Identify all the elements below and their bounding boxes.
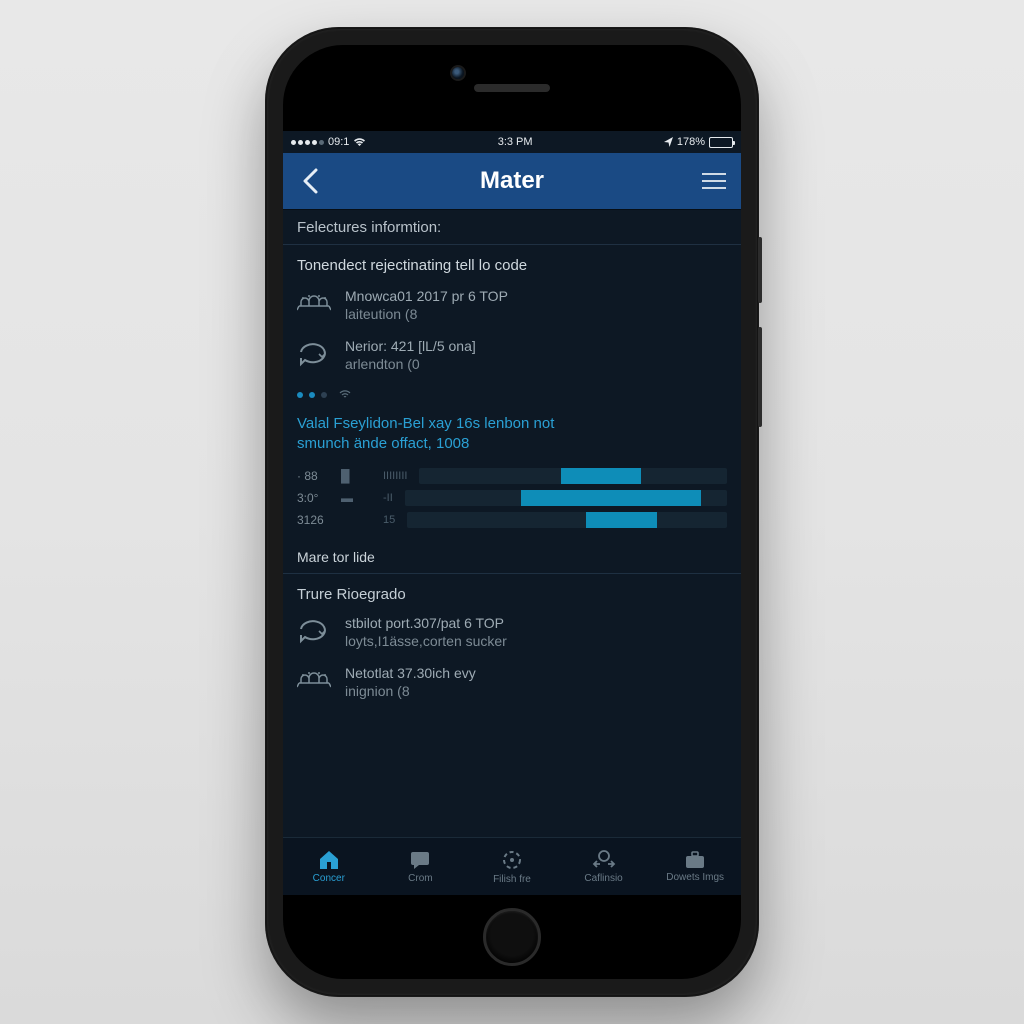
wifi-icon	[353, 137, 366, 147]
highlight-title-line2: smunch ände offact, 1008	[297, 434, 727, 454]
item-line2: loyts,I1ässe,corten sucker	[345, 633, 727, 649]
bridge-icon	[297, 288, 331, 314]
signal-dots-icon	[291, 140, 324, 145]
bar-tick: 15	[379, 514, 399, 526]
status-right: 178%	[664, 136, 733, 148]
item-line1: Nerior: 421 [lL/5 ona]	[345, 338, 727, 354]
phone-frame: 09:1 3:3 PM 178%	[265, 27, 759, 997]
location-icon	[664, 137, 673, 147]
bar-row: 3:0° ▬ -II	[297, 487, 727, 509]
bezel: 09:1 3:3 PM 178%	[283, 45, 741, 979]
home-icon	[318, 850, 340, 870]
bar-row: 3126 15	[297, 509, 727, 531]
section-label: Mare tor lide	[283, 539, 741, 571]
bar-chart-block: · 88 █ IIIIIIII 3:0° ▬ -II 3126 1	[283, 461, 741, 539]
bar-tick: IIIIIIII	[379, 470, 411, 482]
back-button[interactable]	[293, 168, 327, 194]
bar-mid-label: ▬	[341, 491, 371, 505]
bar-left-label: 3:0°	[297, 491, 333, 505]
bridge-icon	[297, 665, 331, 691]
tab-filish[interactable]: Filish fre	[466, 838, 558, 895]
tab-crom[interactable]: Crom	[375, 838, 467, 895]
tab-label: Concer	[313, 873, 345, 884]
earpiece-speaker	[474, 84, 550, 92]
tab-label: Caflinsio	[584, 873, 622, 884]
refresh-bubble-icon	[297, 615, 331, 645]
transfer-icon	[592, 850, 616, 870]
highlight-block[interactable]: Valal Fseylidon-Bel xay 16s lenbon not s…	[283, 406, 741, 461]
section-header-2: Trure Rioegrado	[283, 576, 741, 607]
phone-top-area	[283, 45, 741, 131]
refresh-bubble-icon	[297, 338, 331, 368]
screen: 09:1 3:3 PM 178%	[283, 131, 741, 895]
clock-label: 3:3 PM	[498, 136, 533, 148]
status-left: 09:1	[291, 136, 366, 148]
target-icon	[501, 849, 523, 871]
battery-percent: 178%	[677, 136, 705, 148]
highlight-title-line1: Valal Fseylidon-Bel xay 16s lenbon not	[297, 414, 727, 434]
bar-left-label: 3126	[297, 513, 333, 527]
list-item[interactable]: stbilot port.307/pat 6 TOP loyts,I1ässe,…	[283, 607, 741, 657]
bar-left-label: · 88	[297, 469, 333, 483]
home-button[interactable]	[483, 908, 541, 966]
content-area[interactable]: Felectures informtion: Tonendect rejecti…	[283, 209, 741, 837]
item-line1: Netotlat 37.30ich evy	[345, 665, 727, 681]
item-line1: stbilot port.307/pat 6 TOP	[345, 615, 727, 631]
tab-label: Crom	[408, 873, 432, 884]
bar-mid-label: █	[341, 469, 371, 483]
page-indicator	[283, 380, 741, 406]
item-line2: inignion (8	[345, 683, 727, 699]
battery-icon	[709, 137, 733, 148]
nav-bar: Mater	[283, 153, 741, 209]
home-button-area	[283, 895, 741, 979]
menu-button[interactable]	[697, 173, 731, 189]
bar-row: · 88 █ IIIIIIII	[297, 465, 727, 487]
carrier-label: 09:1	[328, 136, 349, 148]
tab-label: Dowets Imgs	[666, 872, 724, 883]
list-item[interactable]: Mnowca01 2017 pr 6 TOP laiteution (8	[283, 280, 741, 330]
bar-tick: -II	[379, 492, 397, 504]
list-item[interactable]: Nerior: 421 [lL/5 ona] arlendton (0	[283, 330, 741, 380]
tab-concer[interactable]: Concer	[283, 838, 375, 895]
item-line1: Mnowca01 2017 pr 6 TOP	[345, 288, 727, 304]
item-line2: arlendton (0	[345, 356, 727, 372]
front-camera	[452, 67, 464, 79]
tab-dowets[interactable]: Dowets Imgs	[649, 838, 741, 895]
item-line2: laiteution (8	[345, 306, 727, 322]
page-title: Mater	[480, 167, 544, 195]
status-bar: 09:1 3:3 PM 178%	[283, 131, 741, 153]
divider	[283, 573, 741, 574]
tab-caflinsio[interactable]: Caflinsio	[558, 838, 650, 895]
tab-label: Filish fre	[493, 874, 531, 885]
section-header-features: Felectures informtion:	[283, 209, 741, 245]
list-item[interactable]: Netotlat 37.30ich evy inignion (8	[283, 657, 741, 707]
mini-wifi-icon	[333, 386, 351, 404]
briefcase-icon	[684, 851, 706, 869]
tab-bar: Concer Crom Filish fre Caflinsio Dowets …	[283, 837, 741, 895]
chat-icon	[409, 850, 431, 870]
section-subtitle: Tonendect rejectinating tell lo code	[283, 245, 741, 280]
